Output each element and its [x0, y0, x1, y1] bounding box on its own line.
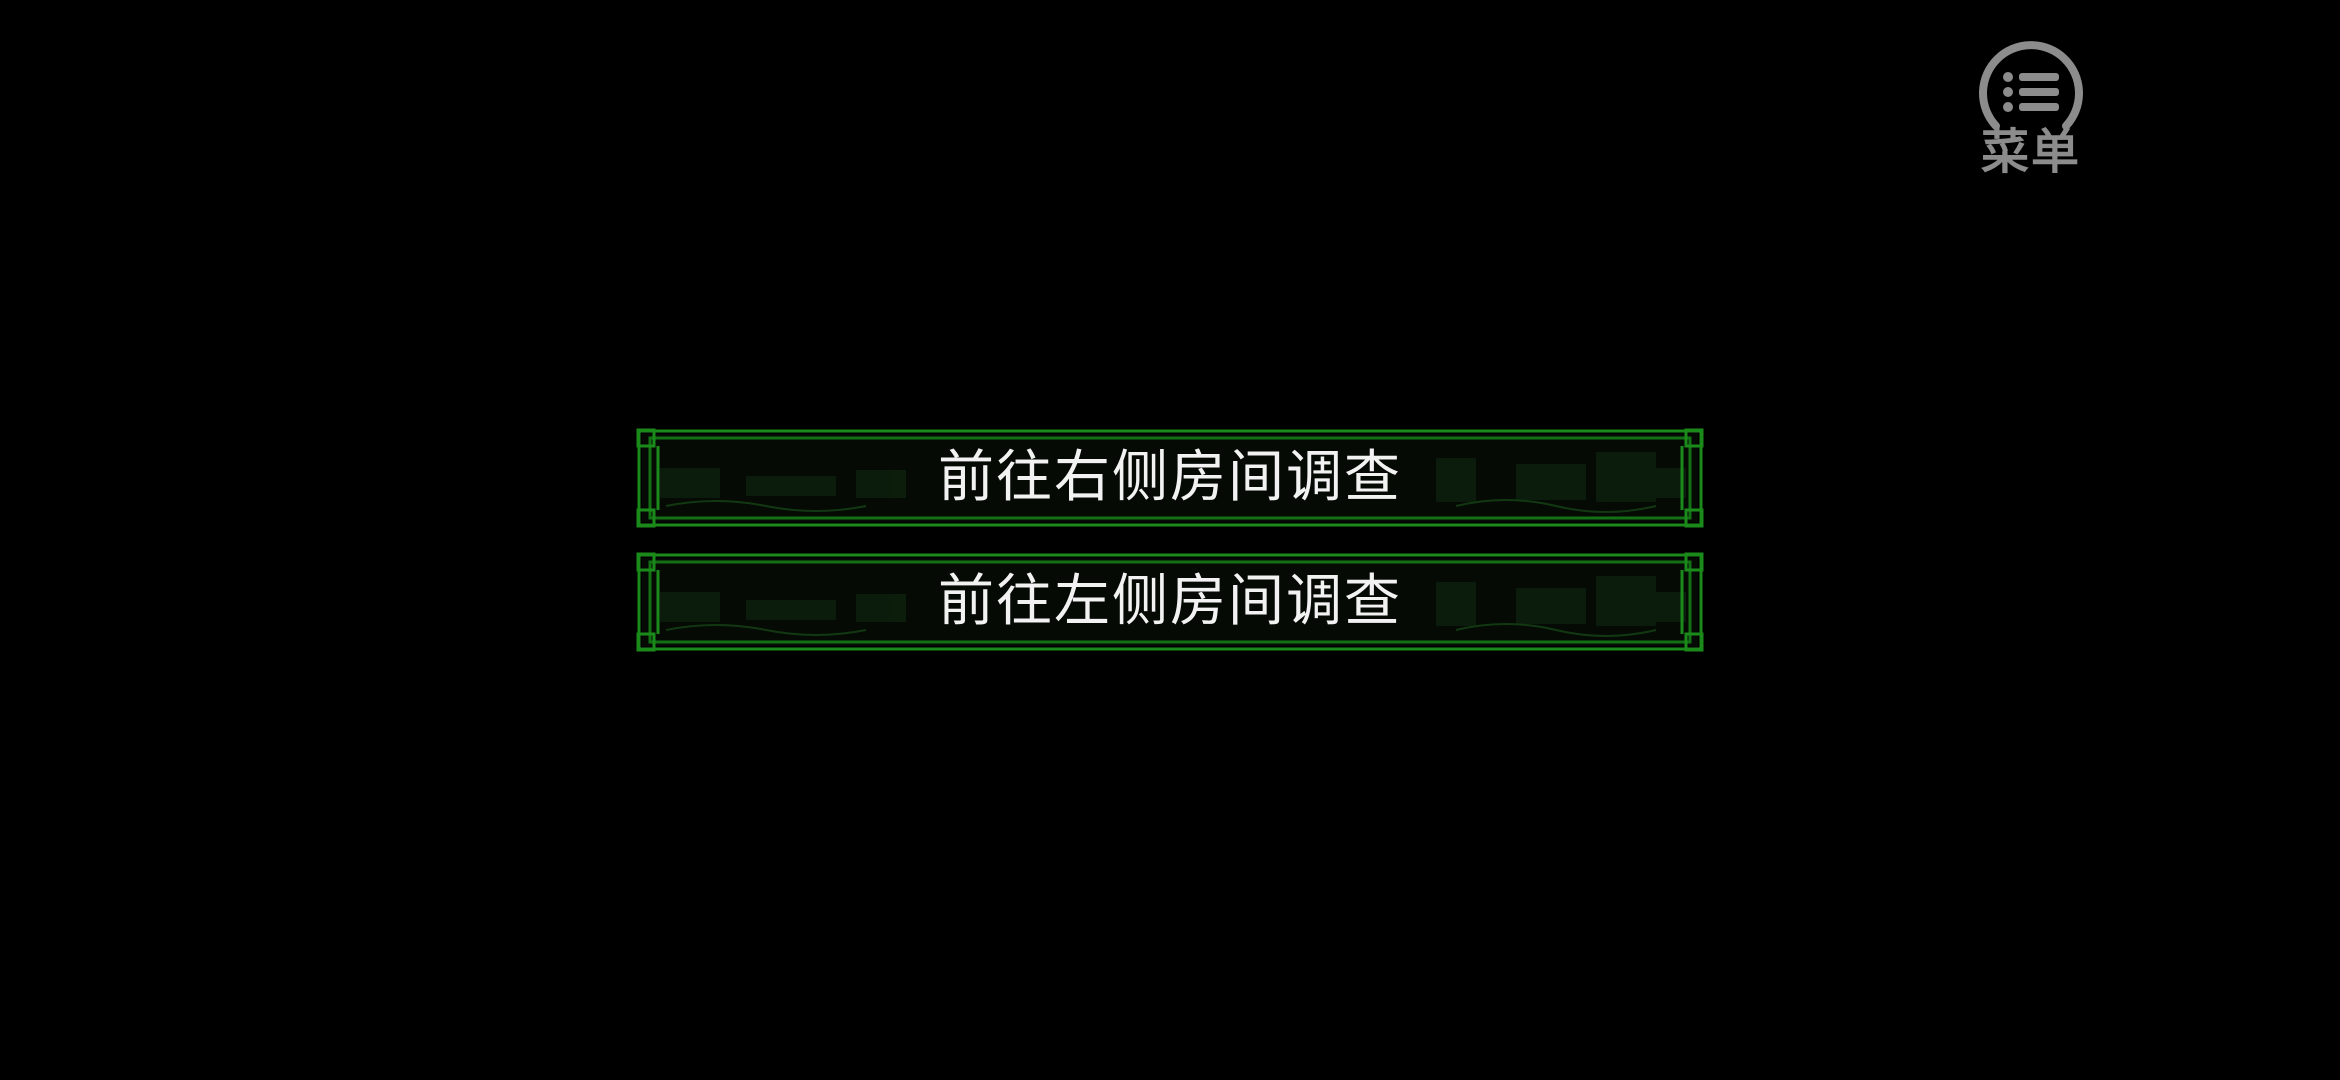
choice-label: 前往右侧房间调查 — [938, 445, 1402, 510]
menu-button[interactable]: 菜单 — [1966, 40, 2096, 190]
choice-go-right-room[interactable]: 前往右侧房间调查 — [636, 428, 1704, 528]
choice-go-left-room[interactable]: 前往左侧房间调查 — [636, 552, 1704, 652]
game-screen: 菜单 前往右侧房间调查 前往左侧房间调查 — [0, 0, 2340, 1080]
choice-label: 前往左侧房间调查 — [938, 569, 1402, 634]
menu-label: 菜单 — [1980, 124, 2081, 180]
